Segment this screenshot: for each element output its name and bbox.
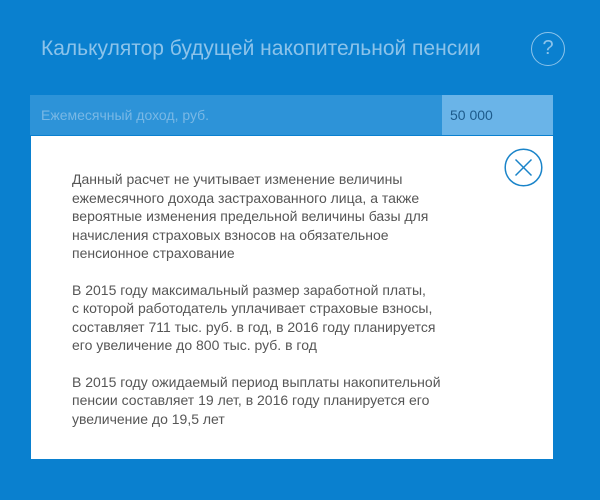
text-line: начисления страховых взносов на обязател…	[72, 226, 389, 243]
text-line: В 2015 году максимальный размер заработн…	[72, 281, 426, 298]
text-line: с которой работодатель уплачивает страхо…	[72, 300, 433, 316]
close-x-circle-icon	[504, 148, 543, 187]
question-mark-icon: ?	[542, 37, 554, 59]
text-line: вероятные изменения предельной величины …	[72, 208, 429, 224]
text-line: В 2015 году ожидаемый период выплаты нак…	[72, 373, 441, 390]
info-modal: Данный расчет не учитывает изменение вел…	[31, 136, 553, 459]
page-title: Калькулятор будущей накопительной пенсии	[41, 37, 481, 60]
monthly-income-row: Ежемесячный доход, руб.	[30, 95, 553, 135]
text-line: пенсии составляет 19 лет, в 2016 году пл…	[72, 392, 430, 408]
info-paragraph-1: Данный расчет не учитывает изменение вел…	[72, 170, 492, 263]
monthly-income-label: Ежемесячный доход, руб.	[41, 107, 210, 123]
text-line: его увеличение до 800 тыс. руб. в год	[72, 337, 317, 353]
text-line: Данный расчет не учитывает изменение вел…	[72, 171, 403, 187]
pension-calculator: Калькулятор будущей накопительной пенсии…	[0, 0, 600, 500]
text-line: увеличение до 19,5 лет	[72, 410, 225, 427]
close-button[interactable]	[504, 148, 543, 187]
text-line: пенсионное страхование	[72, 245, 235, 261]
help-button[interactable]: ?	[531, 32, 565, 66]
modal-body: Данный расчет не учитывает изменение вел…	[72, 170, 492, 446]
text-line: составляет 711 тыс. руб. в год, в 2016 г…	[72, 318, 436, 335]
info-paragraph-2: В 2015 году максимальный размер заработн…	[72, 281, 492, 355]
text-line: ежемесячного дохода застрахованного лица…	[72, 189, 420, 206]
info-paragraph-3: В 2015 году ожидаемый период выплаты нак…	[72, 373, 492, 429]
monthly-income-input[interactable]	[442, 95, 553, 135]
